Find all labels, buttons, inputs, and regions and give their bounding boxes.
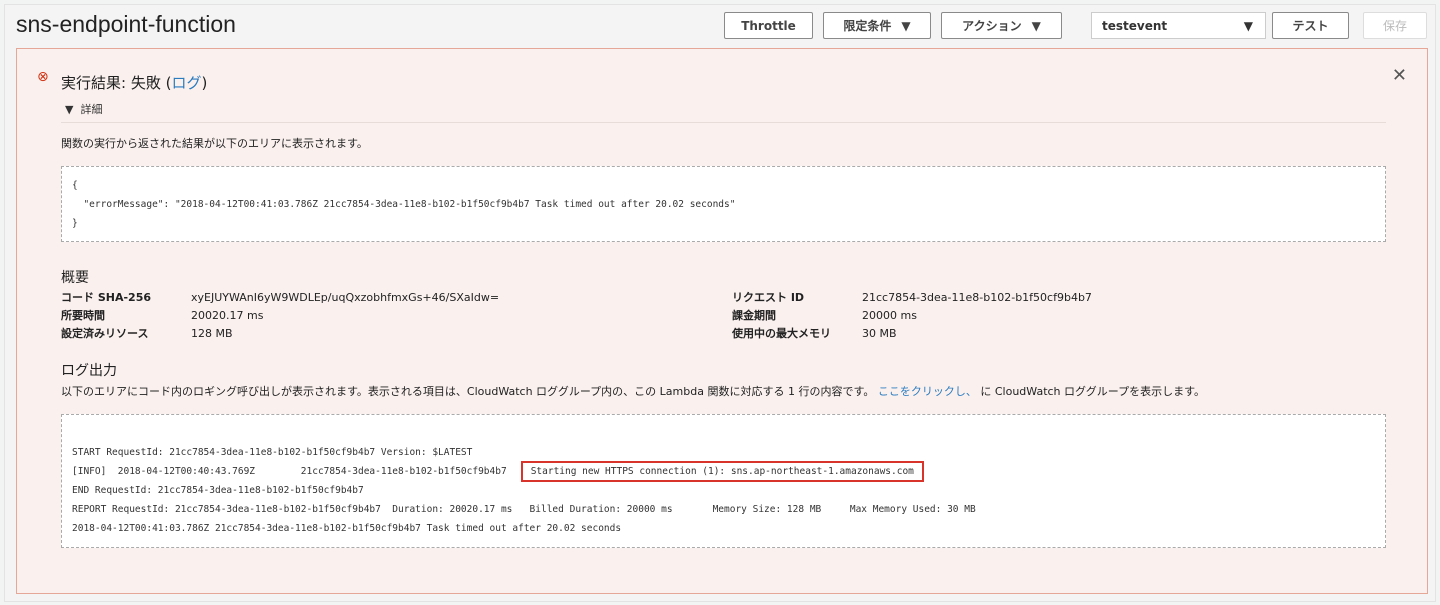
resources-label: 設定済みリソース — [61, 327, 149, 340]
page-title: sns-endpoint-function — [16, 11, 236, 37]
request-id-value: 21cc7854-3dea-11e8-b102-b1f50cf9b4b7 — [862, 291, 1092, 304]
log-line: [INFO] 2018-04-12T00:40:43.769Z 21cc7854… — [72, 461, 1375, 482]
log-desc-text: 以下のエリアにコード内のロギング呼び出しが表示されます。表示される項目は、Clo… — [61, 385, 875, 398]
cloudwatch-link[interactable]: ここをクリックし、 — [878, 385, 977, 398]
caret-down-icon: ▼ — [1243, 18, 1253, 33]
highlighted-log-message: Starting new HTTPS connection (1): sns.a… — [520, 461, 924, 482]
actions-label: アクション — [962, 19, 1022, 33]
code-sha-label: コード SHA-256 — [61, 291, 151, 304]
caret-down-icon: ▼ — [65, 103, 74, 116]
divider — [61, 122, 1386, 123]
test-event-select[interactable]: testevent ▼ — [1091, 12, 1266, 39]
output-line: { — [72, 180, 78, 191]
qualifiers-dropdown[interactable]: 限定条件 ▼ — [823, 12, 931, 39]
duration-value: 20020.17 ms — [191, 309, 264, 322]
log-output: START RequestId: 21cc7854-3dea-11e8-b102… — [61, 414, 1386, 548]
error-icon: ⊗ — [37, 69, 49, 85]
throttle-label: Throttle — [741, 18, 796, 33]
resources-value: 128 MB — [191, 327, 233, 340]
summary-right: リクエスト ID 21cc7854-3dea-11e8-b102-b1f50cf9… — [732, 289, 1092, 343]
log-line: START RequestId: 21cc7854-3dea-11e8-b102… — [72, 447, 473, 458]
max-memory-value: 30 MB — [862, 327, 897, 340]
paren: ) — [201, 74, 208, 92]
log-heading: ログ出力 — [61, 363, 117, 379]
test-button[interactable]: テスト — [1272, 12, 1349, 39]
billed-duration-label: 課金期間 — [732, 309, 776, 322]
execution-result-panel: ⊗ 実行結果: 失敗 (ログ) ✕ ▼ 詳細 関数の実行から返された結果が以下の… — [16, 48, 1428, 594]
test-event-value: testevent — [1102, 18, 1168, 33]
log-description: 以下のエリアにコード内のロギング呼び出しが表示されます。表示される項目は、Clo… — [61, 383, 1205, 399]
result-description: 関数の実行から返された結果が以下のエリアに表示されます。 — [61, 137, 368, 150]
throttle-button[interactable]: Throttle — [724, 12, 813, 39]
output-line: "errorMessage": "2018-04-12T00:41:03.786… — [72, 199, 736, 210]
log-line: REPORT RequestId: 21cc7854-3dea-11e8-b10… — [72, 504, 976, 515]
log-line-prefix: [INFO] 2018-04-12T00:40:43.769Z 21cc7854… — [72, 466, 507, 477]
result-title: 実行結果: 失敗 (ログ) — [61, 72, 207, 93]
billed-duration-value: 20000 ms — [862, 309, 917, 322]
details-toggle[interactable]: ▼ 詳細 — [65, 101, 102, 117]
log-line: 2018-04-12T00:41:03.786Z 21cc7854-3dea-1… — [72, 523, 622, 534]
save-label: 保存 — [1382, 19, 1407, 33]
log-link[interactable]: ログ — [171, 74, 201, 92]
qualifiers-label: 限定条件 — [843, 19, 892, 33]
close-icon[interactable]: ✕ — [1392, 65, 1407, 86]
test-label: テスト — [1292, 19, 1329, 33]
save-button[interactable]: 保存 — [1363, 12, 1427, 39]
duration-label: 所要時間 — [61, 309, 105, 322]
result-output: { "errorMessage": "2018-04-12T00:41:03.7… — [61, 166, 1386, 242]
code-sha-value: xyEJUYWAnI6yW9WDLEp/uqQxzobhfmxGs+46/SXa… — [191, 291, 500, 304]
details-label: 詳細 — [80, 103, 103, 116]
log-line: END RequestId: 21cc7854-3dea-11e8-b102-b… — [72, 485, 364, 496]
caret-down-icon: ▼ — [901, 18, 911, 33]
result-status: 実行結果: 失敗 ( — [61, 74, 172, 92]
actions-dropdown[interactable]: アクション ▼ — [941, 12, 1062, 39]
output-line: } — [72, 218, 78, 229]
max-memory-label: 使用中の最大メモリ — [732, 327, 831, 340]
caret-down-icon: ▼ — [1031, 18, 1041, 33]
request-id-label: リクエスト ID — [732, 291, 805, 304]
summary-heading: 概要 — [61, 270, 89, 286]
summary-left: コード SHA-256 xyEJUYWAnI6yW9WDLEp/uqQxzobhf… — [61, 289, 499, 343]
log-desc-text: に CloudWatch ロググループを表示します。 — [980, 385, 1206, 398]
